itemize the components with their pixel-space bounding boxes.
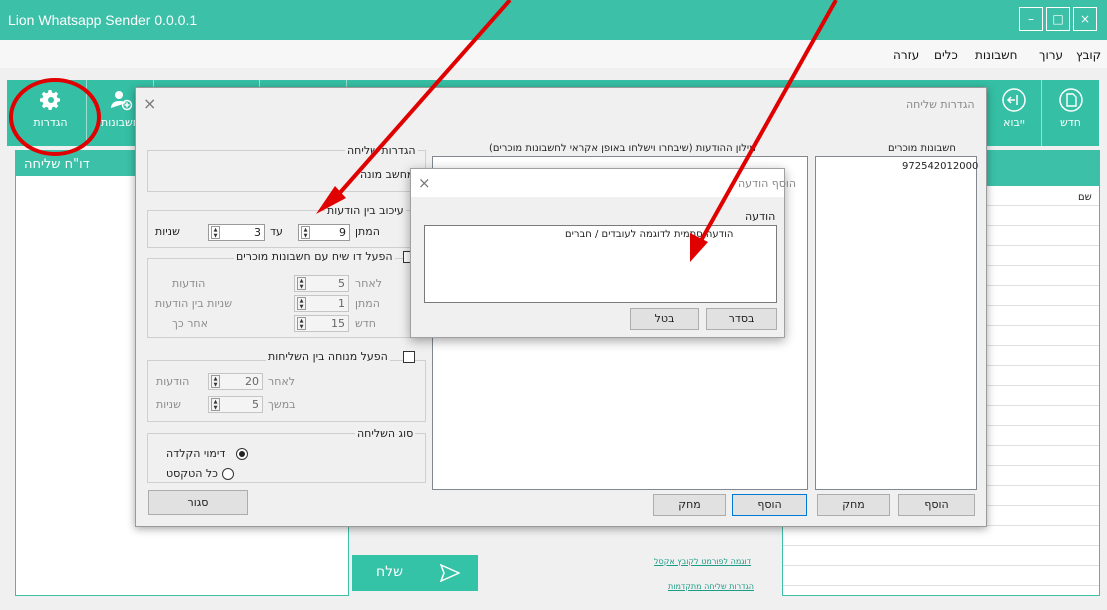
arrow-to-delay [316,0,512,214]
annotation-overlay [9,0,838,262]
highlight-circle [9,78,101,156]
arrow-to-message [690,0,838,262]
